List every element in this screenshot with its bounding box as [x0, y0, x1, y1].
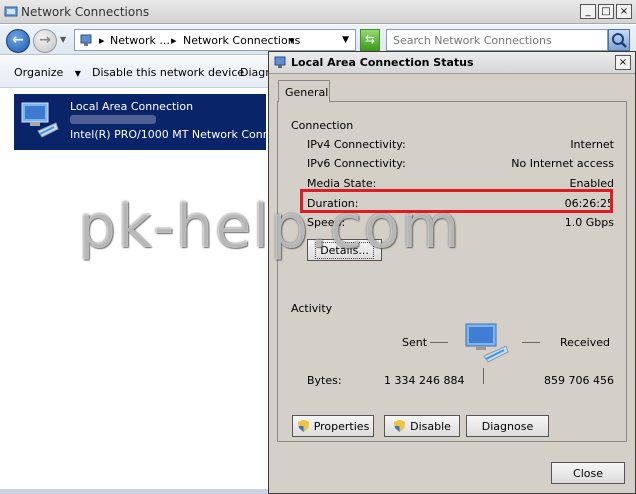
close-window-button[interactable]: ×: [616, 4, 632, 19]
sent-label: Sent: [402, 336, 428, 349]
breadcrumb-network[interactable]: Network ...: [110, 34, 170, 47]
properties-button-label: Properties: [313, 419, 370, 433]
properties-button[interactable]: Properties: [292, 415, 374, 437]
address-field[interactable]: ▸ Network ... ▸ Network Connections ▾ ▼: [74, 29, 356, 51]
breadcrumb-separator-icon[interactable]: ▸: [171, 34, 177, 47]
breadcrumb-separator-icon[interactable]: ▸: [99, 34, 105, 47]
details-button-label: Details...: [315, 241, 374, 259]
bytes-divider: [483, 368, 484, 384]
organize-menu[interactable]: Organize ▼: [14, 66, 81, 79]
ipv4-value: Internet: [570, 138, 614, 151]
back-button[interactable]: ←: [6, 29, 30, 53]
network-folder-icon: [4, 6, 18, 17]
sent-line: [430, 342, 448, 343]
search-icon: [612, 33, 627, 48]
ipv6-value: No Internet access: [511, 157, 614, 170]
refresh-icon: ⇆: [364, 32, 376, 46]
disable-button[interactable]: Disable: [384, 415, 460, 437]
status-dialog: Local Area Connection Status × General C…: [268, 51, 636, 494]
network-activity-icon: [465, 323, 509, 363]
breadcrumb-network-connections[interactable]: Network Connections: [183, 34, 300, 47]
status-strip: [0, 489, 272, 494]
search-box[interactable]: [386, 29, 608, 51]
disable-button-label: Disable: [410, 419, 451, 433]
address-dropdown-icon[interactable]: ▼: [342, 35, 349, 45]
list-item-local-area-connection[interactable]: Local Area Connection Intel(R) PRO/1000 …: [14, 94, 280, 150]
received-line: [522, 342, 540, 343]
network-location-icon: [80, 34, 92, 46]
search-button[interactable]: [608, 29, 630, 51]
tab-general[interactable]: General: [278, 80, 330, 102]
details-button[interactable]: Details...: [307, 239, 382, 261]
ipv4-label: IPv4 Connectivity:: [307, 138, 406, 151]
chevron-down-icon: ▼: [74, 69, 81, 78]
received-label: Received: [559, 336, 610, 349]
window-title: Network Connections: [21, 5, 150, 19]
uac-shield-icon: [297, 420, 309, 432]
bytes-sent-value: 1 334 246 884: [384, 374, 465, 387]
arrow-left-icon: ←: [12, 32, 24, 48]
maximize-button[interactable]: □: [598, 4, 614, 19]
close-button[interactable]: Close: [551, 462, 625, 484]
duration-highlight-box: [300, 189, 613, 213]
activity-section-label: Activity: [291, 302, 333, 315]
speed-value: 1.0 Gbps: [564, 216, 614, 229]
dialog-close-x-button[interactable]: ×: [615, 55, 631, 70]
tab-panel-general: Connection IPv4 Connectivity: Internet I…: [277, 101, 627, 442]
search-input[interactable]: [387, 30, 607, 50]
speed-label: Speed:: [307, 216, 346, 229]
diagnose-button[interactable]: Diagnose: [466, 415, 549, 437]
connection-name: Local Area Connection: [70, 100, 194, 113]
network-adapter-icon: [21, 102, 59, 138]
main-titlebar[interactable]: Network Connections _ □ ×: [0, 0, 636, 24]
forward-button[interactable]: →: [33, 29, 57, 53]
organize-label: Organize: [14, 66, 64, 79]
breadcrumb-separator-icon[interactable]: ▾: [289, 34, 295, 47]
bytes-label: Bytes:: [307, 374, 342, 387]
uac-shield-icon: [394, 420, 406, 432]
network-adapter-icon: [274, 56, 286, 68]
disable-device-button[interactable]: Disable this network device: [92, 66, 244, 79]
dialog-title: Local Area Connection Status: [291, 56, 474, 69]
connections-list: Local Area Connection Intel(R) PRO/1000 …: [0, 89, 280, 489]
arrow-right-icon: →: [39, 32, 51, 48]
adapter-name: Intel(R) PRO/1000 MT Network Conn...: [70, 128, 281, 141]
recent-pages-dropdown-icon[interactable]: ▼: [60, 35, 66, 44]
refresh-button[interactable]: ⇆: [360, 29, 380, 51]
minimize-button[interactable]: _: [580, 4, 596, 19]
network-name-blurred: [70, 115, 156, 124]
ipv6-label: IPv6 Connectivity:: [307, 157, 406, 170]
dialog-titlebar[interactable]: Local Area Connection Status ×: [269, 52, 635, 74]
bytes-received-value: 859 706 456: [544, 374, 614, 387]
connection-section-label: Connection: [291, 119, 354, 132]
